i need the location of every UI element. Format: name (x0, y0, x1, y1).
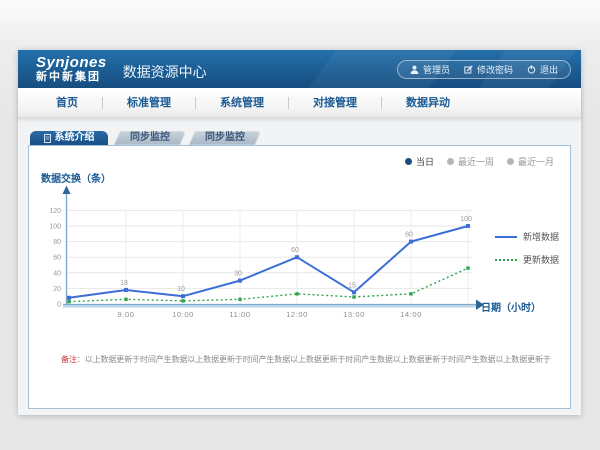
legend-label: 新增数据 (523, 230, 559, 243)
change-password-label: 修改密码 (477, 63, 513, 76)
tab-2[interactable]: 同步监控 (117, 131, 183, 145)
radio-label: 最近一周 (458, 155, 494, 168)
svg-text:18: 18 (120, 280, 128, 287)
brand-logo-cn: 新中新集团 (36, 72, 107, 83)
legend-swatch-icon (495, 259, 517, 261)
tab-label: 同步监控 (130, 132, 170, 143)
svg-text:日期（小时）: 日期（小时） (481, 301, 541, 314)
tab-3[interactable]: 同步监控 (192, 131, 258, 145)
legend-label: 更新数据 (523, 253, 559, 266)
app-window: Synjones 新中新集团 数据资源中心 管理员 修改密 (18, 50, 581, 415)
svg-text:20: 20 (53, 286, 61, 293)
content-area: 系统介绍 同步监控 同步监控 当日 最近一周 最近一月 数据交换（条） 0 20 40 60 8… (18, 118, 581, 415)
footer-note: 备注：以上数据更新于时间产生数据以上数据更新于时间产生数据以上数据更新于时间产生… (61, 354, 551, 365)
svg-text:10: 10 (177, 286, 185, 293)
app-header: Synjones 新中新集团 数据资源中心 管理员 修改密 (18, 50, 581, 88)
nav-item-1[interactable]: 首页 (32, 97, 102, 109)
tab-bar: 系统介绍 同步监控 同步监控 (30, 131, 581, 145)
logout-label: 退出 (540, 63, 558, 76)
svg-text:100: 100 (49, 224, 61, 231)
svg-text:0: 0 (57, 302, 61, 309)
legend-item-1: 新增数据 (495, 230, 559, 243)
nav-item-2[interactable]: 标准管理 (102, 97, 195, 109)
svg-text:40: 40 (53, 270, 61, 277)
desktop-background: Synjones 新中新集团 数据资源中心 管理员 修改密 (0, 0, 600, 450)
brand-logo: Synjones 新中新集团 (36, 55, 107, 83)
edit-icon (464, 65, 473, 74)
svg-text:14:00: 14:00 (400, 310, 422, 319)
svg-text:30: 30 (234, 271, 242, 278)
radio-option-3[interactable]: 最近一月 (507, 155, 554, 168)
radio-label: 当日 (416, 155, 434, 168)
brand-logo-en: Synjones (36, 55, 107, 70)
range-radio-group: 当日 最近一周 最近一月 (405, 155, 554, 168)
nav-item-3[interactable]: 系统管理 (195, 97, 288, 109)
svg-text:13:00: 13:00 (343, 310, 365, 319)
svg-text:80: 80 (405, 232, 413, 239)
logout-button[interactable]: 退出 (527, 63, 558, 76)
radio-option-2[interactable]: 最近一周 (447, 155, 494, 168)
chart-panel: 当日 最近一周 最近一月 数据交换（条） 0 20 40 60 80 100 120 9:00 10… (28, 145, 571, 409)
tab-label: 同步监控 (205, 132, 245, 143)
chart-legend: 新增数据更新数据 (495, 230, 559, 276)
nav-item-5[interactable]: 数据异动 (381, 97, 474, 109)
nav-item-label: 首页 (56, 97, 78, 109)
svg-text:120: 120 (49, 208, 61, 215)
svg-text:15: 15 (348, 282, 356, 289)
document-icon (44, 134, 51, 143)
radio-dot-icon (447, 158, 454, 165)
radio-dot-icon (405, 158, 412, 165)
change-password-button[interactable]: 修改密码 (464, 63, 513, 76)
svg-text:60: 60 (291, 247, 299, 254)
svg-text:80: 80 (53, 239, 61, 246)
radio-dot-icon (507, 158, 514, 165)
legend-item-2: 更新数据 (495, 253, 559, 266)
admin-user-label: 管理员 (423, 63, 450, 76)
page-title: 数据资源中心 (123, 62, 207, 82)
user-menu: 管理员 修改密码 退出 (397, 60, 571, 79)
svg-text:9:00: 9:00 (118, 310, 135, 319)
nav-item-label: 标准管理 (127, 97, 171, 109)
nav-item-label: 对接管理 (313, 97, 357, 109)
svg-text:12:00: 12:00 (286, 310, 308, 319)
line-chart: 0 20 40 60 80 100 120 9:00 10:00 11:00 12:00 13:00 1… (35, 184, 571, 334)
nav: 首页 标准管理 系统管理 对接管理 数据异动 (18, 88, 581, 118)
svg-text:11:00: 11:00 (229, 310, 250, 319)
nav-item-4[interactable]: 对接管理 (288, 97, 381, 109)
y-axis-title: 数据交换（条） (41, 170, 111, 185)
admin-user-button[interactable]: 管理员 (410, 63, 450, 76)
legend-swatch-icon (495, 236, 517, 238)
footer-note-label: 备注 (61, 355, 77, 364)
tab-label: 系统介绍 (55, 131, 95, 145)
svg-text:10:00: 10:00 (172, 310, 194, 319)
user-icon (410, 65, 419, 74)
nav-item-label: 系统管理 (220, 97, 264, 109)
svg-text:60: 60 (53, 255, 61, 262)
footer-note-text: ：以上数据更新于时间产生数据以上数据更新于时间产生数据以上数据更新于时间产生数据… (77, 355, 551, 364)
power-icon (527, 65, 536, 74)
nav-item-label: 数据异动 (406, 97, 450, 109)
tab-1[interactable]: 系统介绍 (30, 131, 108, 145)
radio-option-1[interactable]: 当日 (405, 155, 434, 168)
svg-text:100: 100 (460, 216, 472, 223)
radio-label: 最近一月 (518, 155, 554, 168)
